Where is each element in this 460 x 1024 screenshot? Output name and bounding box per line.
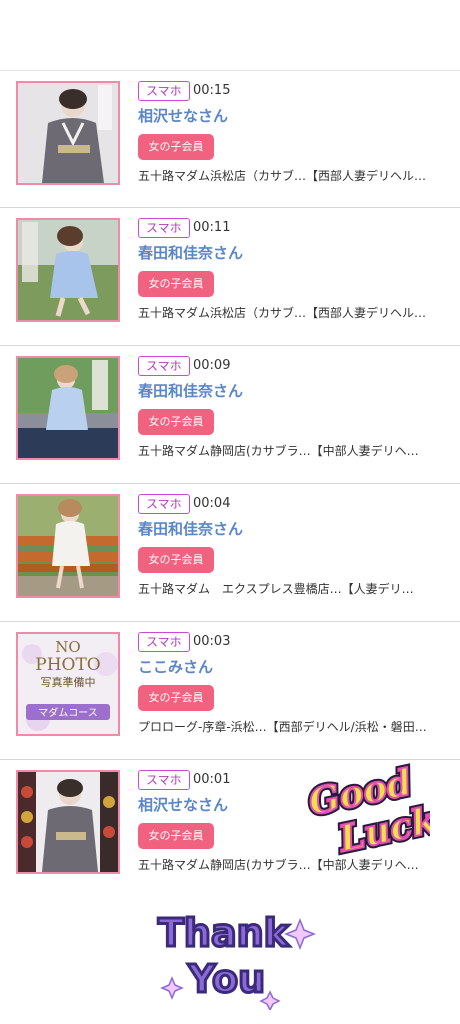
shop-name[interactable]: 五十路マダム エクスプレス豊橋店…【人妻デリ… [138, 580, 443, 598]
member-badge-button[interactable]: 女の子会員 [138, 409, 214, 435]
device-badge: スマホ [138, 81, 190, 101]
device-badge: スマホ [138, 770, 190, 790]
device-badge: スマホ [138, 218, 190, 238]
device-badge: スマホ [138, 356, 190, 376]
kimono-photo-icon [18, 83, 118, 183]
list-item[interactable]: スマホ 00:04 春田和佳奈さん 女の子会員 五十路マダム エクスプレス豊橋店… [0, 484, 460, 622]
no-photo-text-1: NO [55, 638, 80, 656]
shop-name[interactable]: 五十路マダム浜松店（カサブ…【西部人妻デリヘル… [138, 304, 443, 322]
member-badge-button[interactable]: 女の子会員 [138, 685, 214, 711]
bench-photo-icon [18, 496, 118, 596]
girl-name-link[interactable]: 相沢せなさん [138, 105, 228, 127]
profile-thumbnail[interactable]: NO PHOTO 写真準備中 マダムコース [16, 632, 120, 736]
access-time: 00:11 [193, 220, 231, 235]
member-badge-button[interactable]: 女の子会員 [138, 547, 214, 573]
shop-name[interactable]: 五十路マダム浜松店（カサブ…【西部人妻デリヘル… [138, 167, 443, 185]
member-badge-button[interactable]: 女の子会員 [138, 823, 214, 849]
profile-thumbnail[interactable] [16, 218, 120, 322]
girl-name-link[interactable]: 春田和佳奈さん [138, 380, 243, 402]
list-item[interactable]: スマホ 00:11 春田和佳奈さん 女の子会員 五十路マダム浜松店（カサブ…【西… [0, 208, 460, 346]
profile-thumbnail[interactable] [16, 494, 120, 598]
access-time: 00:01 [193, 772, 231, 787]
device-badge: スマホ [138, 632, 190, 652]
girl-name-link[interactable]: 相沢せなさん [138, 794, 228, 816]
no-photo-text-2: PHOTO [35, 655, 100, 675]
access-time: 00:03 [193, 634, 231, 649]
girl-name-link[interactable]: 春田和佳奈さん [138, 518, 243, 540]
girl-name-link[interactable]: 春田和佳奈さん [138, 242, 243, 264]
top-header-area [0, 0, 460, 70]
thank-you-text-1: Thank [158, 911, 290, 955]
device-badge: スマホ [138, 494, 190, 514]
access-time: 00:04 [193, 496, 231, 511]
profile-thumbnail[interactable] [16, 356, 120, 460]
shop-name[interactable]: 五十路マダム静岡店(カサブラ…【中部人妻デリヘ… [138, 442, 443, 460]
good-luck-sticker-icon: Good Good Luck Luck [302, 760, 430, 860]
shop-name[interactable]: プロローグ-序章-浜松…【西部デリヘル/浜松・磐田… [138, 718, 443, 736]
profile-thumbnail[interactable] [16, 770, 120, 874]
list-item[interactable]: スマホ 00:09 春田和佳奈さん 女の子会員 五十路マダム静岡店(カサブラ…【… [0, 346, 460, 484]
member-badge-button[interactable]: 女の子会員 [138, 271, 214, 297]
member-badge-button[interactable]: 女の子会員 [138, 134, 214, 160]
profile-thumbnail[interactable] [16, 81, 120, 185]
blue-dress-photo-icon [18, 220, 118, 320]
girl-name-link[interactable]: ここみさん [138, 656, 213, 678]
kimono-photo-icon [18, 772, 118, 872]
poolside-photo-icon [18, 358, 118, 458]
thank-you-text-2: You [187, 957, 265, 1001]
list-item[interactable]: NO PHOTO 写真準備中 マダムコース スマホ 00:03 ここみさん 女の… [0, 622, 460, 760]
no-photo-text-3: 写真準備中 [41, 675, 96, 689]
thank-you-sticker-icon: Thank You [157, 910, 317, 1010]
no-photo-banner-text: マダムコース [38, 706, 98, 719]
access-time: 00:15 [193, 83, 231, 98]
list-item[interactable]: スマホ 00:15 相沢せなさん 女の子会員 五十路マダム浜松店（カサブ…【西部… [0, 70, 460, 208]
access-time: 00:09 [193, 358, 231, 373]
no-photo-placeholder-icon: NO PHOTO 写真準備中 マダムコース [18, 634, 118, 734]
